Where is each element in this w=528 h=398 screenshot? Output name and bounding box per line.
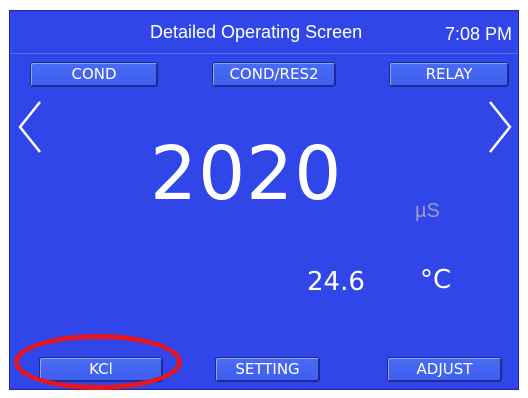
- temperature-unit: °C: [420, 265, 452, 295]
- conductivity-value: 2020: [150, 131, 343, 217]
- tab-cond-res2[interactable]: COND/RES2: [212, 62, 336, 87]
- tab-cond[interactable]: COND: [30, 62, 158, 87]
- screen-title: Detailed Operating Screen: [150, 22, 363, 42]
- adjust-button[interactable]: ADJUST: [387, 357, 502, 382]
- temperature-value: 24.6: [307, 267, 365, 297]
- tab-relay[interactable]: RELAY: [389, 62, 509, 87]
- chevron-left-icon[interactable]: [16, 99, 46, 155]
- setting-button[interactable]: SETTING: [215, 357, 320, 382]
- chevron-right-icon[interactable]: [484, 99, 514, 155]
- kcl-button[interactable]: KCl: [39, 357, 163, 382]
- display-screen: Detailed Operating Screen 7:08 PM COND C…: [9, 10, 519, 390]
- header-divider: [10, 53, 518, 54]
- clock: 7:08 PM: [444, 24, 512, 44]
- conductivity-unit: µS: [415, 200, 440, 222]
- header-bar: Detailed Operating Screen 7:08 PM: [10, 11, 518, 53]
